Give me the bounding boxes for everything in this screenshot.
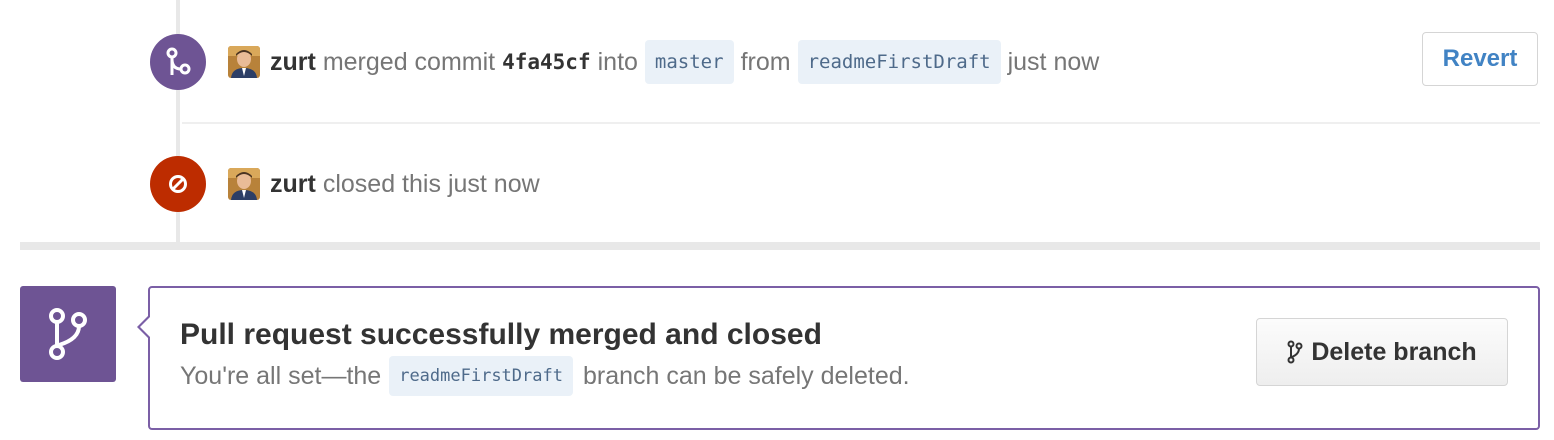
from-word: from: [740, 47, 791, 76]
git-merge-icon: [150, 34, 206, 90]
delete-branch-label: Delete branch: [1311, 337, 1477, 366]
merged-event-text: zurt merged commit 4fa45cf into master f…: [270, 40, 1099, 84]
event-time: just now: [447, 169, 540, 198]
description-suffix: branch can be safely deleted.: [582, 361, 910, 390]
branch-tag[interactable]: readmeFirstDraft: [389, 356, 573, 396]
author-link[interactable]: zurt: [270, 170, 316, 199]
git-branch-icon: [20, 286, 116, 382]
author-link[interactable]: zurt: [270, 48, 316, 77]
event-action: merged commit: [322, 47, 496, 76]
pull-request-timeline: zurt merged commit 4fa45cf into master f…: [0, 0, 1554, 440]
panel-arrow-inner: [140, 316, 151, 338]
merged-event: zurt merged commit 4fa45cf into master f…: [150, 32, 1540, 92]
avatar[interactable]: [228, 168, 260, 200]
merge-status-panel: Pull request successfully merged and clo…: [148, 286, 1540, 430]
commit-sha-link[interactable]: 4fa45cf: [502, 50, 591, 74]
description-prefix: You're all set—the: [180, 361, 382, 390]
event-action: closed this: [322, 169, 441, 198]
event-divider: [182, 122, 1540, 124]
event-time: just now: [1007, 47, 1100, 76]
git-branch-icon: [1287, 340, 1303, 364]
revert-button[interactable]: Revert: [1422, 32, 1538, 86]
closed-event-text: zurt closed this just now: [270, 170, 540, 199]
avatar[interactable]: [228, 46, 260, 78]
circle-slash-icon: [150, 156, 206, 212]
closed-event: zurt closed this just now: [150, 154, 1540, 214]
delete-branch-button[interactable]: Delete branch: [1256, 318, 1508, 386]
timeline-end-divider: [20, 242, 1540, 250]
into-word: into: [597, 47, 638, 76]
source-branch-tag[interactable]: readmeFirstDraft: [797, 40, 1001, 84]
merge-status-description: You're all set—the readmeFirstDraft bran…: [180, 356, 910, 396]
target-branch-tag[interactable]: master: [644, 40, 734, 84]
merge-status-title: Pull request successfully merged and clo…: [180, 318, 822, 351]
